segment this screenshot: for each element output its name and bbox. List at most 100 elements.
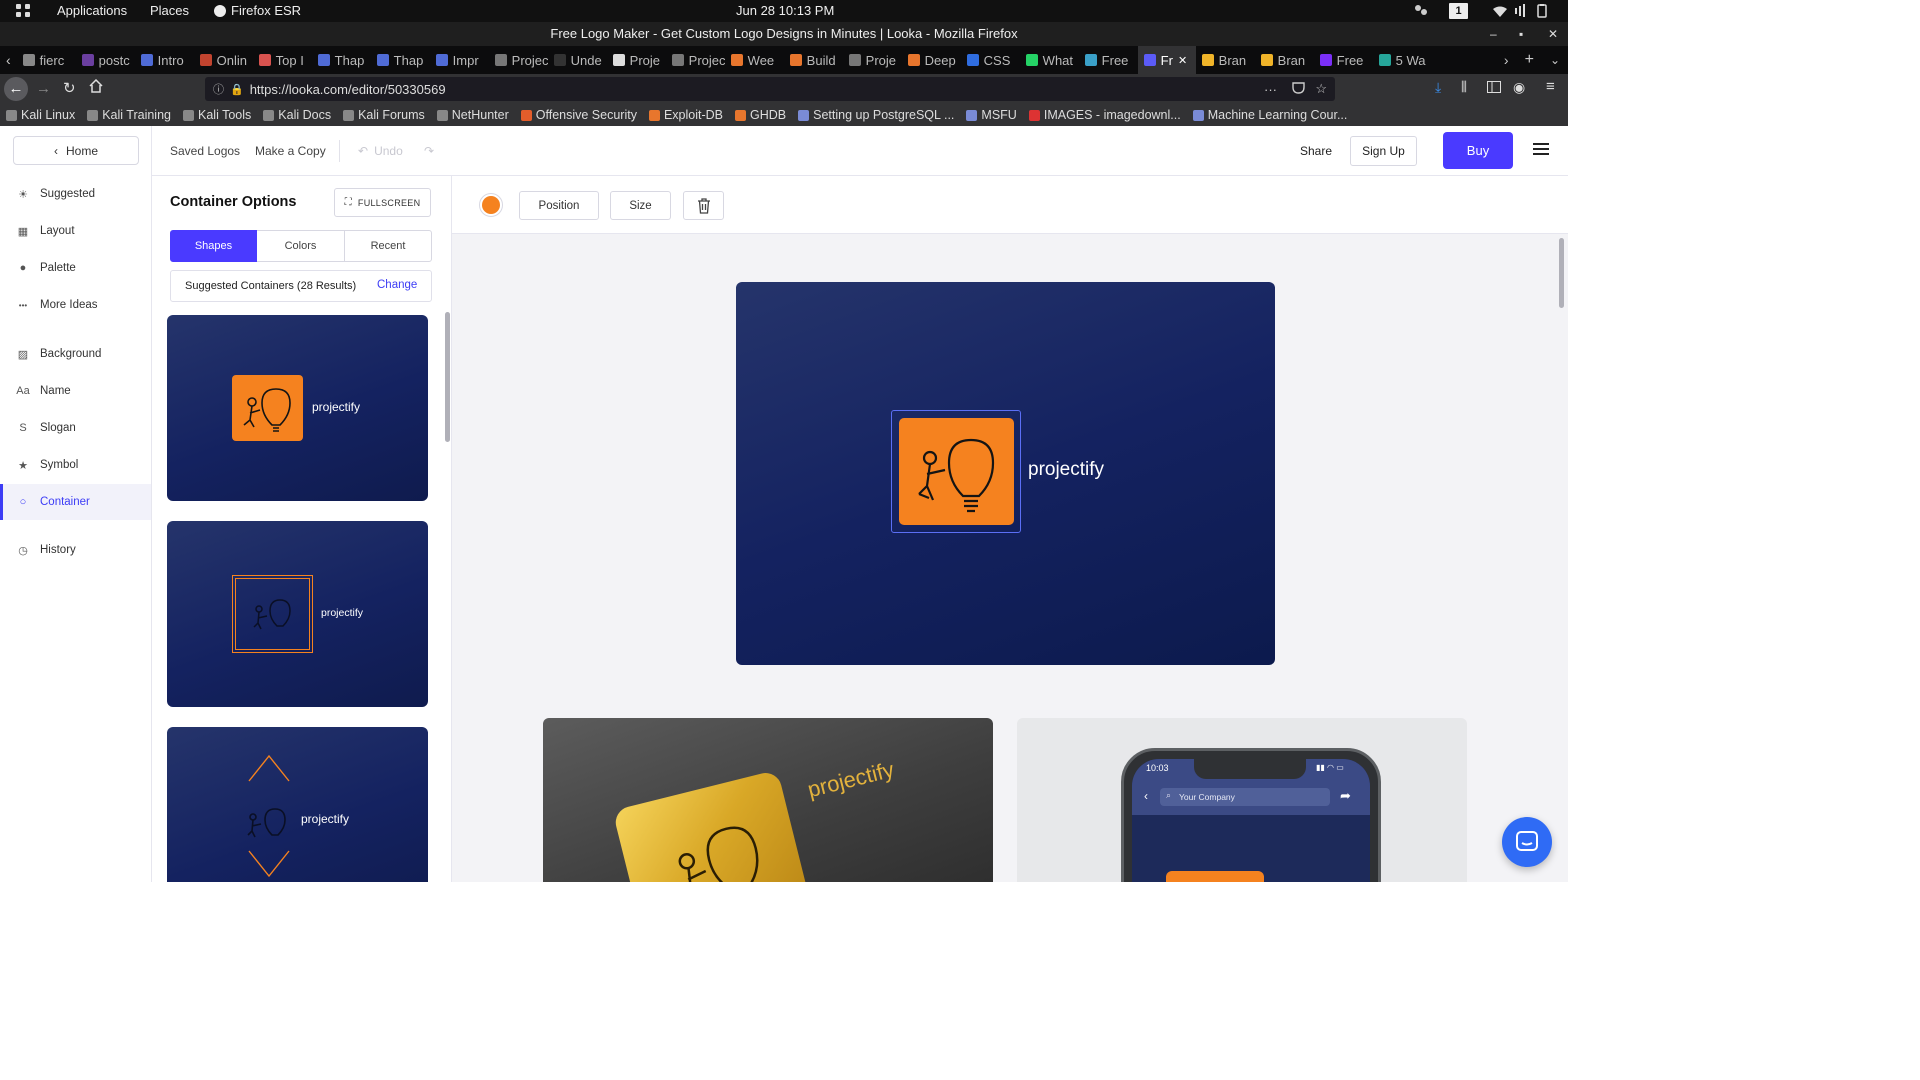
battery-icon[interactable]	[1537, 4, 1547, 21]
sidebar-item-slogan[interactable]: S Slogan	[0, 410, 151, 446]
bookmark-item[interactable]: Kali Linux	[0, 108, 81, 122]
minimize-icon[interactable]: –	[1490, 22, 1497, 46]
close-window-icon[interactable]: ✕	[1548, 22, 1558, 46]
sidebar-item-symbol[interactable]: ★ Symbol	[0, 447, 151, 483]
home-icon[interactable]	[89, 78, 103, 98]
share-button[interactable]: Share	[1300, 144, 1332, 158]
browser-tab[interactable]: Onlin	[194, 46, 253, 74]
browser-tab[interactable]: Bran	[1255, 46, 1314, 74]
bookmark-item[interactable]: NetHunter	[431, 108, 515, 122]
firefox-app-menu[interactable]: Firefox ESR	[214, 3, 301, 18]
downloads-icon[interactable]: ⤓	[1435, 79, 1441, 96]
applications-menu[interactable]: Applications	[57, 3, 127, 18]
browser-tab[interactable]: Top I	[253, 46, 312, 74]
browser-tab[interactable]: What	[1020, 46, 1079, 74]
business-card-mockup[interactable]: projectify	[543, 718, 993, 882]
browser-tab[interactable]: Thap	[312, 46, 371, 74]
size-button[interactable]: Size	[610, 191, 671, 220]
bookmark-item[interactable]: Offensive Security	[515, 108, 643, 122]
redo-icon[interactable]: ↷	[424, 144, 434, 158]
page-actions-icon[interactable]: ···	[1264, 82, 1277, 97]
volume-icon[interactable]	[1515, 4, 1529, 20]
phone-mockup[interactable]: 10:03 ▮▮ ◠ ▭ ‹ ⌕ Your Company ➦ projecti…	[1017, 718, 1467, 882]
url-text[interactable]: https://looka.com/editor/50330569	[250, 82, 446, 97]
browser-tab[interactable]: Unde	[548, 46, 607, 74]
menu-hamburger-icon[interactable]: ≡	[1546, 78, 1555, 95]
chat-button[interactable]	[1502, 817, 1552, 867]
tab-colors[interactable]: Colors	[257, 230, 345, 262]
new-tab-icon[interactable]: +	[1517, 51, 1542, 69]
panel-scrollbar[interactable]	[445, 312, 450, 442]
bookmark-item[interactable]: Kali Docs	[257, 108, 337, 122]
bookmark-item[interactable]: Kali Training	[81, 108, 177, 122]
maximize-icon[interactable]: ▪	[1519, 22, 1523, 46]
logo-preview[interactable]: projectify	[736, 282, 1275, 665]
saved-logos-link[interactable]: Saved Logos	[170, 144, 240, 158]
make-copy-link[interactable]: Make a Copy	[255, 144, 326, 158]
sidebar-item-palette[interactable]: ● Palette	[0, 250, 151, 286]
browser-tab[interactable]: CSS	[961, 46, 1020, 74]
container-option-card[interactable]: projectify	[167, 521, 428, 707]
reload-icon[interactable]: ↻	[63, 79, 76, 97]
browser-tab[interactable]: 5 Wa	[1373, 46, 1432, 74]
url-bar[interactable]: ⓘ 🔒 https://looka.com/editor/50330569 ··…	[205, 77, 1335, 101]
sidebar-item-history[interactable]: ◷ History	[0, 532, 151, 568]
sign-up-button[interactable]: Sign Up	[1350, 136, 1417, 166]
clock[interactable]: Jun 28 10:13 PM	[736, 3, 834, 18]
browser-tab[interactable]: Intro	[135, 46, 194, 74]
browser-tab[interactable]: Free	[1314, 46, 1373, 74]
tab-shapes[interactable]: Shapes	[170, 230, 257, 262]
bookmark-item[interactable]: Machine Learning Cour...	[1187, 108, 1354, 122]
sidebar-item-more-ideas[interactable]: ••• More Ideas	[0, 287, 151, 323]
selected-container[interactable]	[891, 410, 1021, 533]
browser-tab[interactable]: Deep	[902, 46, 961, 74]
browser-tab[interactable]: Projectif	[666, 46, 725, 74]
forward-icon[interactable]: →	[36, 80, 51, 97]
sidebar-item-suggested[interactable]: ☀ Suggested	[0, 176, 151, 212]
buy-button[interactable]: Buy	[1443, 132, 1513, 169]
sidebar-item-name[interactable]: Aa Name	[0, 373, 151, 409]
back-icon[interactable]: ←	[4, 77, 28, 101]
fullscreen-button[interactable]: ⛶ FULLSCREEN	[334, 188, 431, 217]
bookmark-item[interactable]: GHDB	[729, 108, 792, 122]
tray-app-icon[interactable]	[1414, 4, 1428, 19]
sidebar-item-container[interactable]: ○ Container	[0, 484, 151, 520]
change-link[interactable]: Change	[377, 279, 417, 291]
account-icon[interactable]: ◉	[1513, 79, 1525, 96]
bookmark-item[interactable]: IMAGES - imagedownl...	[1023, 108, 1187, 122]
sidebar-item-layout[interactable]: ▦ Layout	[0, 213, 151, 249]
container-option-card[interactable]: projectify	[167, 315, 428, 501]
bookmark-item[interactable]: MSFU	[960, 108, 1022, 122]
bookmark-item[interactable]: Kali Forums	[337, 108, 431, 122]
tab-recent[interactable]: Recent	[344, 230, 432, 262]
bookmark-item[interactable]: Kali Tools	[177, 108, 257, 122]
browser-tab[interactable]: Proje	[607, 46, 666, 74]
workspace-indicator[interactable]: 1	[1449, 3, 1468, 19]
tab-list-chevron-down-icon[interactable]: ⌄	[1542, 53, 1568, 67]
browser-tab[interactable]: Build	[784, 46, 843, 74]
tab-scroll-left-icon[interactable]: ‹	[0, 52, 17, 68]
tab-close-icon[interactable]: ✕	[1178, 54, 1187, 67]
places-menu[interactable]: Places	[150, 3, 189, 18]
undo-button[interactable]: ↶ Undo	[358, 144, 403, 158]
browser-tab[interactable]: Bran	[1196, 46, 1255, 74]
container-option-card[interactable]: projectify	[167, 727, 428, 882]
app-grid-icon[interactable]	[16, 4, 31, 21]
pocket-icon[interactable]	[1292, 82, 1305, 97]
wifi-icon[interactable]	[1493, 5, 1507, 20]
browser-tab[interactable]: Fr ✕	[1137, 46, 1196, 74]
bookmark-item[interactable]: Setting up PostgreSQL ...	[792, 108, 960, 122]
browser-tab[interactable]: Thap	[371, 46, 430, 74]
editor-menu-hamburger-icon[interactable]	[1533, 142, 1549, 159]
position-button[interactable]: Position	[519, 191, 599, 220]
delete-button[interactable]	[683, 191, 724, 220]
browser-tab[interactable]: Proje	[843, 46, 902, 74]
browser-tab[interactable]: Wee	[725, 46, 784, 74]
sidebar-item-background[interactable]: ▨ Background	[0, 336, 151, 372]
color-picker-button[interactable]	[479, 193, 503, 217]
library-icon[interactable]: ⫼	[1461, 79, 1467, 95]
sidebar-toggle-icon[interactable]	[1487, 80, 1501, 98]
tab-scroll-right-icon[interactable]: ›	[1496, 52, 1517, 68]
bookmark-item[interactable]: Exploit-DB	[643, 108, 729, 122]
info-icon[interactable]: ⓘ	[213, 81, 224, 97]
